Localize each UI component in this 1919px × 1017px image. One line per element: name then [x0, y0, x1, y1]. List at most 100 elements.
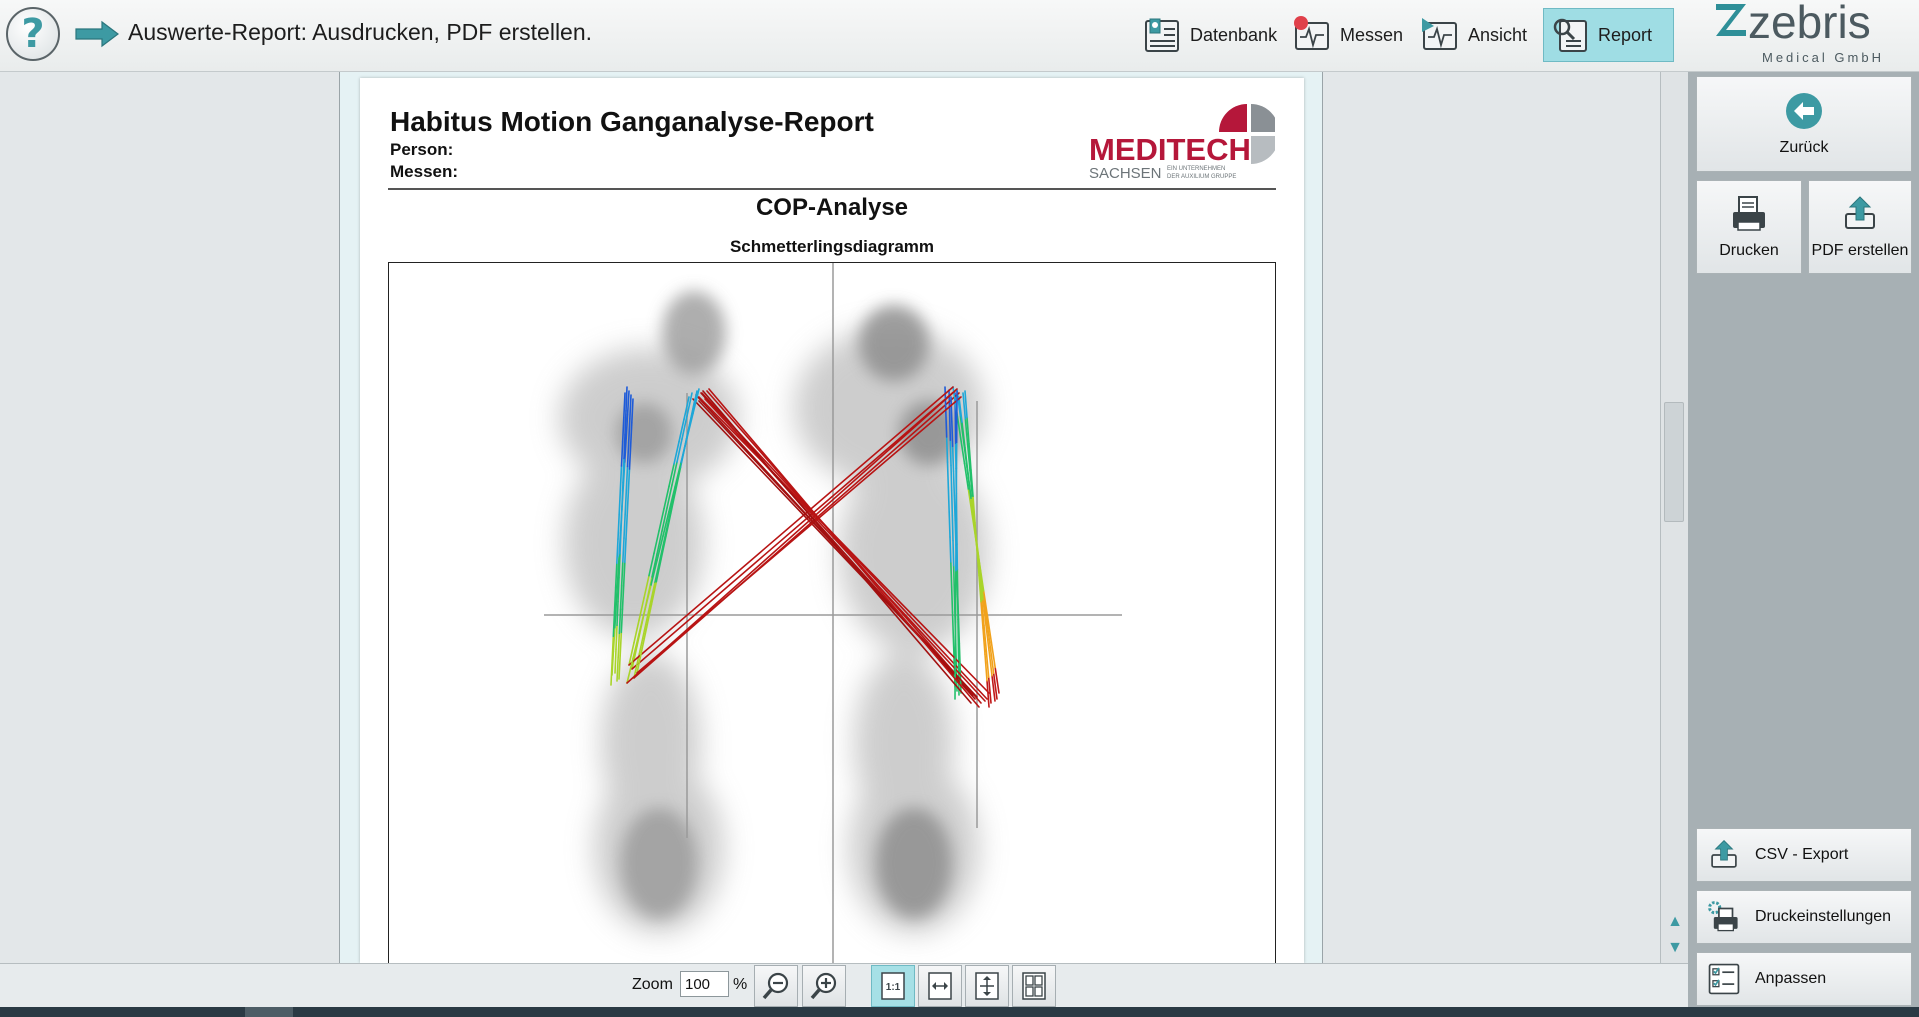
- actual-size-button[interactable]: 1:1: [871, 965, 915, 1007]
- cop-trace-left-1: [617, 632, 621, 658]
- cop-trace-right-2: [945, 411, 948, 438]
- page-title: Auswerte-Report: Ausdrucken, PDF erstell…: [128, 19, 593, 45]
- zoom-out-button[interactable]: [754, 965, 798, 1007]
- print-label: Drucken: [1719, 242, 1779, 259]
- cop-trace-left-2: [615, 624, 618, 650]
- cop-trace-right-3: [952, 470, 956, 497]
- customize-button[interactable]: Anpassen: [1696, 952, 1912, 1006]
- upload-icon: [1845, 196, 1875, 229]
- print-settings-label: Druckeinstellungen: [1755, 908, 1892, 925]
- butterfly-chart: [388, 262, 1276, 963]
- header-divider: [388, 188, 1276, 190]
- cop-trace-left-2: [617, 576, 620, 603]
- cop-trace-right-2: [951, 611, 955, 638]
- cop-trace-right-0: [950, 464, 953, 492]
- left-panel: [0, 72, 340, 963]
- arrow-right-icon: [75, 20, 119, 48]
- bottom-toolbar: Zoom % 1:1: [0, 963, 1688, 1007]
- svg-text:Medical GmbH: Medical GmbH: [1762, 50, 1884, 65]
- database-icon: [1145, 18, 1179, 52]
- cop-trace-left-4: [610, 659, 613, 686]
- person-label: Person:: [390, 140, 454, 159]
- csv-export-button[interactable]: CSV - Export: [1696, 828, 1912, 882]
- cop-trace-right-3: [956, 593, 960, 620]
- csv-export-label: CSV - Export: [1755, 846, 1849, 863]
- cop-trace-right-0: [949, 439, 952, 467]
- help-icon[interactable]: ?: [6, 7, 60, 61]
- view-icon: [1422, 18, 1457, 50]
- cop-trace-right-2: [946, 461, 950, 488]
- fit-page-button[interactable]: [965, 965, 1009, 1007]
- chart-title: Schmetterlingsdiagramm: [729, 237, 935, 256]
- back-button[interactable]: Zurück: [1696, 76, 1912, 172]
- cop-trace-left-2: [614, 648, 617, 674]
- cop-trace-right-3: [951, 420, 954, 448]
- butterfly-chart-svg: [544, 263, 1122, 963]
- top-bar: ? Auswerte-Report: Ausdrucken, PDF erste…: [0, 0, 1919, 72]
- back-arrow-icon: [1786, 93, 1822, 129]
- zoom-label: Zoom: [632, 976, 673, 993]
- nav-ansicht-button[interactable]: Ansicht: [1414, 8, 1533, 62]
- report-icon: [1553, 18, 1587, 52]
- action-panel: Zurück Drucken PDF erstellen CSV - Expor…: [1688, 72, 1919, 1017]
- pdf-button[interactable]: PDF erstellen: [1808, 180, 1912, 274]
- cop-trace-left-2: [621, 481, 624, 507]
- zoom-out-icon: [762, 972, 789, 1000]
- nav-datenbank-label: Datenbank: [1190, 24, 1278, 45]
- svg-text:SACHSEN: SACHSEN: [1089, 165, 1162, 180]
- multi-page-button[interactable]: [1012, 965, 1056, 1007]
- cop-trace-left-2: [623, 433, 626, 460]
- cop-trace-right-2: [947, 486, 950, 513]
- export-icon: [1711, 839, 1737, 868]
- customize-label: Anpassen: [1755, 970, 1827, 987]
- measure-icon: [1294, 16, 1329, 50]
- vertical-scrollbar[interactable]: ▲ ▼: [1660, 72, 1688, 963]
- fit-width-icon: [928, 972, 952, 1000]
- nav-datenbank-button[interactable]: Datenbank: [1136, 8, 1283, 62]
- print-button[interactable]: Drucken: [1696, 180, 1802, 274]
- cop-trace-right-2: [948, 511, 951, 538]
- cop-trace-right-2: [950, 586, 954, 613]
- multi-page-icon: [1022, 972, 1046, 1000]
- cop-trace-left-2: [620, 505, 623, 531]
- cop-trace-right-3: [951, 445, 955, 472]
- scroll-thumb[interactable]: [1664, 402, 1684, 522]
- zoom-input[interactable]: [680, 971, 729, 997]
- cop-trace-right-3: [956, 568, 959, 596]
- nav-report-label: Report: [1598, 24, 1653, 45]
- fit-page-icon: [975, 972, 999, 1000]
- cop-trace-left-2: [624, 410, 627, 436]
- report-page: Habitus Motion Ganganalyse-Report Person…: [360, 78, 1304, 963]
- nav-ansicht-label: Ansicht: [1468, 24, 1528, 45]
- fit-width-button[interactable]: [918, 965, 962, 1007]
- svg-text:zebris: zebris: [1748, 0, 1871, 48]
- cop-trace-right-2: [945, 436, 949, 463]
- printer-icon: [1733, 196, 1765, 231]
- meditech-logo: MEDITECH SACHSEN EIN UNTERNEHMEN DER AUX…: [1089, 104, 1275, 180]
- nav-report-button[interactable]: Report: [1543, 8, 1674, 62]
- section-title: COP-Analyse: [755, 194, 909, 221]
- cop-trace-right-2: [949, 536, 952, 563]
- back-label: Zurück: [1779, 139, 1829, 156]
- right-margin-panel: [1322, 72, 1660, 963]
- svg-text:EIN UNTERNEHMEN: EIN UNTERNEHMEN: [1167, 166, 1225, 172]
- cop-trace-left-2: [625, 386, 628, 412]
- nav-messen-button[interactable]: Messen: [1286, 8, 1409, 62]
- svg-text:MEDITECH: MEDITECH: [1089, 132, 1251, 167]
- zoom-in-icon: [810, 972, 837, 1000]
- actual-size-icon: 1:1: [881, 972, 905, 1000]
- cop-trace-right-3: [957, 618, 961, 645]
- print-settings-icon: [1708, 901, 1738, 932]
- cop-trace-left-2: [616, 600, 619, 627]
- print-settings-button[interactable]: Druckeinstellungen: [1696, 890, 1912, 944]
- report-title: Habitus Motion Ganganalyse-Report: [390, 106, 874, 137]
- cop-trace-right-3: [950, 396, 953, 423]
- zoom-in-button[interactable]: [802, 965, 846, 1007]
- zoom-percent-label: %: [733, 976, 748, 993]
- measure-label: Messen:: [390, 162, 459, 181]
- scroll-up-icon[interactable]: ▲: [1664, 912, 1686, 932]
- checklist-icon: [1708, 963, 1740, 995]
- svg-text:1:1: 1:1: [886, 982, 901, 993]
- cop-trace-right-0: [950, 489, 954, 517]
- scroll-down-icon[interactable]: ▼: [1664, 938, 1686, 958]
